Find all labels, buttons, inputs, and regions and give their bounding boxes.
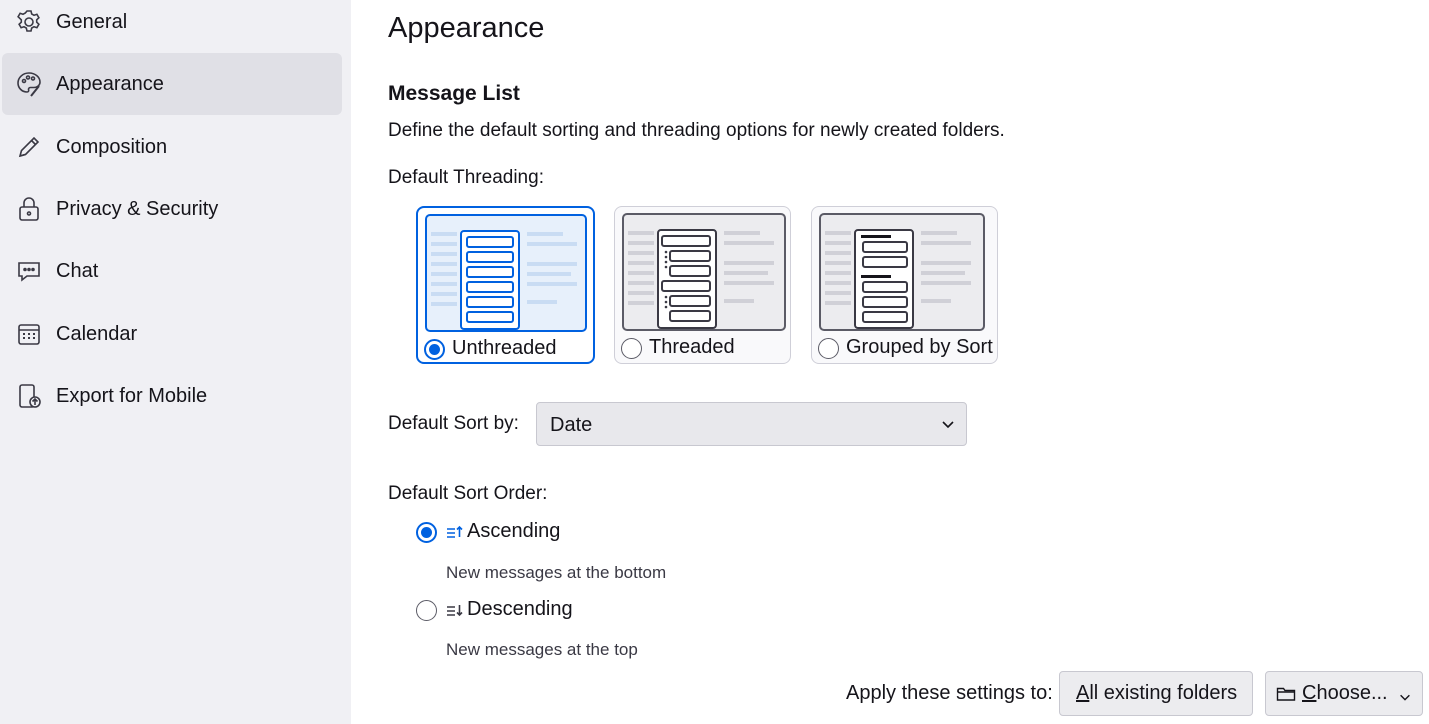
sidebar-item-export-mobile[interactable]: Export for Mobile xyxy=(2,365,342,427)
calendar-icon xyxy=(14,319,44,349)
chevron-down-icon xyxy=(1398,687,1412,701)
gear-icon xyxy=(14,7,44,37)
sidebar-item-label: Composition xyxy=(56,135,168,158)
sort-order-label: Default Sort Order: xyxy=(388,483,548,504)
threading-card-threaded[interactable]: Threaded xyxy=(614,206,791,364)
sort-ascending-icon xyxy=(446,523,464,541)
sidebar-item-appearance[interactable]: Appearance xyxy=(2,53,342,115)
apply-settings-label: Apply these settings to: xyxy=(846,682,1053,704)
grouped-radio[interactable] xyxy=(818,338,839,359)
sort-descending-option[interactable]: Descending xyxy=(416,597,606,625)
chat-bubble-icon xyxy=(14,256,44,286)
sidebar-item-label: General xyxy=(56,10,128,33)
chevron-down-icon xyxy=(940,416,956,432)
sort-by-value: Date xyxy=(550,414,593,436)
section-description: Define the default sorting and threading… xyxy=(388,120,1005,141)
sidebar-item-label: Chat xyxy=(56,259,99,282)
threaded-radio[interactable] xyxy=(621,338,642,359)
threading-card-grouped[interactable]: Grouped by Sort xyxy=(811,206,998,364)
lock-icon xyxy=(14,194,44,224)
page-title: Appearance xyxy=(388,12,545,44)
grouped-label: Grouped by Sort xyxy=(846,336,993,358)
apply-all-folders-button[interactable]: All existing folders xyxy=(1059,671,1253,716)
grouped-preview xyxy=(819,213,985,331)
threading-card-unthreaded[interactable]: Unthreaded xyxy=(416,206,595,364)
unthreaded-radio[interactable] xyxy=(424,339,445,360)
apply-all-accesskey: A xyxy=(1076,682,1090,704)
apply-all-label: ll existing folders xyxy=(1089,682,1238,704)
palette-icon xyxy=(14,69,44,99)
descending-label: Descending xyxy=(467,598,573,620)
sidebar-item-composition[interactable]: Composition xyxy=(2,116,342,178)
descending-description: New messages at the top xyxy=(446,640,638,659)
sidebar-item-label: Export for Mobile xyxy=(56,384,208,407)
sidebar-item-general[interactable]: General xyxy=(2,0,342,53)
ascending-radio[interactable] xyxy=(416,522,437,543)
section-title: Message List xyxy=(388,82,520,105)
unthreaded-preview xyxy=(425,214,587,332)
descending-radio[interactable] xyxy=(416,600,437,621)
threaded-label: Threaded xyxy=(649,336,735,358)
choose-accesskey: C xyxy=(1302,682,1317,704)
choose-label: hoose... xyxy=(1316,682,1388,704)
sort-by-select[interactable]: Date xyxy=(536,402,967,446)
settings-sidebar: General Appearance Composition Privacy &… xyxy=(0,0,351,724)
sidebar-item-label: Appearance xyxy=(56,72,164,95)
sidebar-item-label: Calendar xyxy=(56,322,138,345)
sort-ascending-option[interactable]: Ascending xyxy=(416,519,596,547)
pencil-icon xyxy=(14,132,44,162)
ascending-description: New messages at the bottom xyxy=(446,563,667,582)
sidebar-item-privacy-security[interactable]: Privacy & Security xyxy=(2,178,342,240)
mobile-export-icon xyxy=(14,381,44,411)
choose-folders-button[interactable]: Choose... xyxy=(1265,671,1423,716)
threading-label: Default Threading: xyxy=(388,167,544,188)
folder-icon xyxy=(1276,685,1296,703)
sidebar-item-label: Privacy & Security xyxy=(56,197,219,220)
sidebar-item-calendar[interactable]: Calendar xyxy=(2,303,342,365)
ascending-label: Ascending xyxy=(467,520,561,542)
settings-main: Appearance Message List Define the defau… xyxy=(351,0,1429,724)
sort-by-label: Default Sort by: xyxy=(388,413,519,434)
sort-descending-icon xyxy=(446,601,464,619)
unthreaded-label: Unthreaded xyxy=(452,337,557,359)
threaded-preview xyxy=(622,213,786,331)
sidebar-item-chat[interactable]: Chat xyxy=(2,240,342,302)
